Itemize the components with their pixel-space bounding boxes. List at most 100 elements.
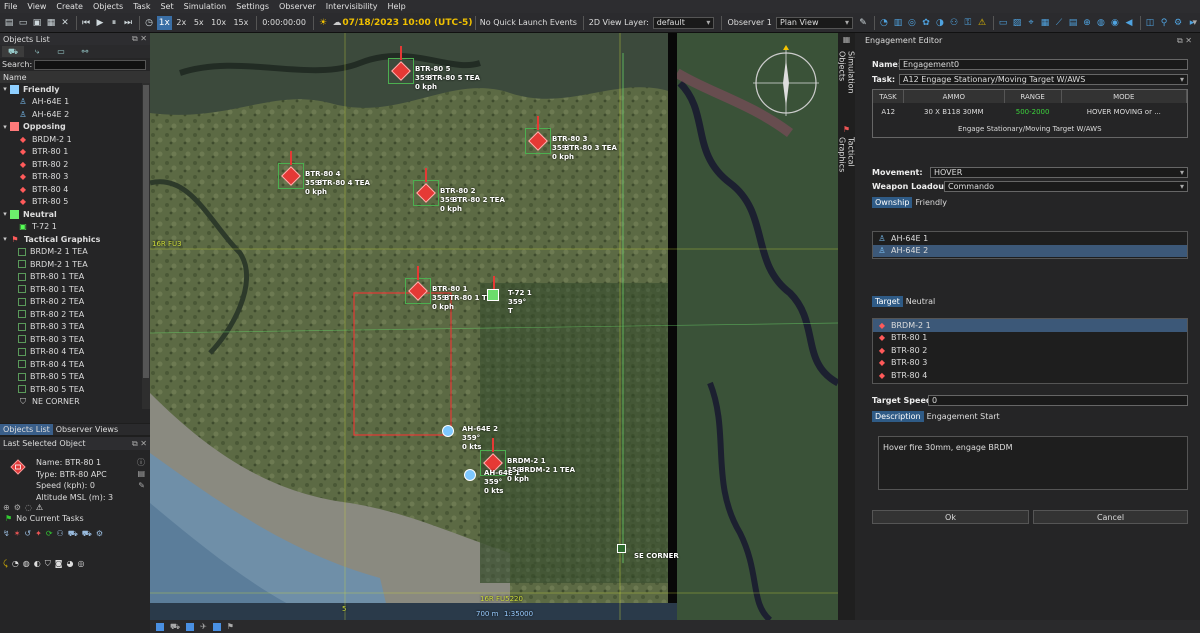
- menu-observer[interactable]: Observer: [279, 2, 316, 11]
- tree-item[interactable]: BTR-80 4 TEA: [0, 346, 150, 359]
- tactical-map[interactable]: BTR-80 5 359° 0 kph BTR-80 5 TEA BTR-80 3 359…: [150, 33, 838, 620]
- monitor-icon[interactable]: ▭: [997, 16, 1009, 30]
- palette-icon[interactable]: ✿: [920, 16, 932, 30]
- tree-scrollbar[interactable]: [142, 83, 150, 409]
- weapon-loadout-select[interactable]: Commando: [944, 181, 1188, 192]
- document-icon[interactable]: ▤: [1067, 16, 1079, 30]
- vehicle-filter-icon[interactable]: ⛟: [2, 46, 24, 57]
- tree-item[interactable]: ⛉ NE CORNER: [0, 396, 150, 409]
- panel-close-icon[interactable]: ⧉ ✕: [132, 439, 147, 449]
- menu-simulation[interactable]: Simulation: [184, 2, 227, 11]
- column-header-name[interactable]: Name: [0, 71, 150, 83]
- cancel-button[interactable]: Cancel: [1033, 510, 1188, 524]
- alert-icon[interactable]: ⚠: [36, 503, 43, 512]
- side-collapse-icon[interactable]: ▦: [840, 35, 853, 49]
- area-icon[interactable]: ◐: [34, 559, 41, 569]
- graphic-checkbox[interactable]: [18, 372, 26, 381]
- record-icon[interactable]: ◉: [1109, 16, 1121, 30]
- refresh-task-icon[interactable]: ⟳: [46, 529, 53, 539]
- tree-item[interactable]: ◆ BRDM-2 1: [0, 133, 150, 146]
- save-icon[interactable]: ▣: [31, 16, 43, 30]
- tree-item[interactable]: ◆ BTR-80 4: [0, 183, 150, 196]
- clock-tool-icon[interactable]: ◑: [934, 16, 946, 30]
- engagement-name-input[interactable]: Engagement0: [899, 59, 1188, 70]
- task-table-row[interactable]: A12 30 X B118 30MM 500-2000 HOVER MOVING…: [873, 103, 1187, 120]
- tab-simulation-objects[interactable]: Simulation Objects: [838, 51, 856, 123]
- layout-icon[interactable]: ◫: [1144, 16, 1156, 30]
- sun-icon[interactable]: ☀: [317, 16, 329, 30]
- description-textarea[interactable]: Hover fire 30mm, engage BRDM: [878, 436, 1188, 490]
- tab-tactical-graphics[interactable]: Tactical Graphics: [838, 137, 856, 203]
- tree-group-opposing[interactable]: ▾ Opposing: [0, 121, 150, 134]
- tree-item[interactable]: BRDM-2 1 TEA: [0, 258, 150, 271]
- quick-launch-events[interactable]: No Quick Launch Events: [479, 16, 578, 30]
- layer-checkbox[interactable]: [186, 622, 195, 631]
- menu-intervisibility[interactable]: Intervisibility: [326, 2, 378, 11]
- tree-group-neutral[interactable]: ▾ Neutral: [0, 208, 150, 221]
- chart-line-icon[interactable]: ⟋: [1053, 16, 1065, 30]
- se-corner-marker-icon[interactable]: [617, 544, 626, 553]
- tree-item[interactable]: ◆ BTR-80 3: [0, 171, 150, 184]
- menu-settings[interactable]: Settings: [236, 2, 269, 11]
- transport-task-icon[interactable]: ⛟: [82, 529, 92, 539]
- convoy-task-icon[interactable]: ⛟: [68, 529, 78, 539]
- tree-item[interactable]: BTR-80 3 TEA: [0, 333, 150, 346]
- lock-icon[interactable]: ⚿: [962, 16, 974, 30]
- fire-task-icon[interactable]: ✦: [35, 529, 42, 539]
- waypoint-filter-icon[interactable]: ⤷: [26, 46, 48, 57]
- tab-target[interactable]: Target: [872, 296, 903, 307]
- graphic-checkbox[interactable]: [18, 322, 26, 331]
- ring-icon[interactable]: ◌: [25, 503, 32, 512]
- layer-checkbox[interactable]: [156, 622, 164, 631]
- graphic-checkbox[interactable]: [18, 247, 26, 256]
- map-unit-btr-80-4[interactable]: [278, 151, 304, 189]
- open-icon[interactable]: ▭: [17, 16, 29, 30]
- edit-icon[interactable]: ✎: [138, 481, 145, 490]
- globe-icon[interactable]: ◍: [1095, 16, 1107, 30]
- tree-item[interactable]: BTR-80 5 TEA: [0, 371, 150, 384]
- menu-help[interactable]: Help: [388, 2, 406, 11]
- orbit-task-icon[interactable]: ↺: [24, 529, 31, 539]
- graphic-checkbox[interactable]: [18, 335, 26, 344]
- tree-item[interactable]: BTR-80 2 TEA: [0, 296, 150, 309]
- graphic-checkbox[interactable]: [18, 285, 26, 294]
- tab-friendly[interactable]: Friendly: [912, 197, 950, 208]
- graphic-checkbox[interactable]: [18, 260, 26, 269]
- target-item[interactable]: ◆ BTR-80 1: [873, 332, 1187, 345]
- search-input[interactable]: [34, 59, 147, 70]
- folder-filter-icon[interactable]: ▭: [50, 46, 72, 57]
- tree-item[interactable]: ♙ AH-64E 1: [0, 96, 150, 109]
- graphic-checkbox[interactable]: [18, 272, 26, 281]
- target-item[interactable]: ◆ BTR-80 3: [873, 357, 1187, 370]
- ok-button[interactable]: Ok: [872, 510, 1029, 524]
- speed-1x-button[interactable]: 1x: [157, 15, 172, 30]
- tab-ownship[interactable]: Ownship: [872, 197, 913, 208]
- speaker-icon[interactable]: ◀: [1123, 16, 1135, 30]
- new-icon[interactable]: ▤: [3, 16, 15, 30]
- map-unit-btr-80-2[interactable]: [413, 168, 439, 206]
- date-time[interactable]: 07/18/2023 10:00 (UTC-5): [342, 16, 472, 30]
- movement-select[interactable]: HOVER: [930, 167, 1188, 178]
- target-item[interactable]: ◆ BTR-80 4: [873, 369, 1187, 382]
- shield-icon[interactable]: ⛉: [45, 559, 51, 569]
- panel-close-icon[interactable]: ⧉ ✕: [132, 34, 147, 44]
- tree-item[interactable]: ◆ BTR-80 2: [0, 158, 150, 171]
- tree-item[interactable]: BTR-80 1 TEA: [0, 271, 150, 284]
- speed-5x-button[interactable]: 5x: [191, 16, 206, 30]
- pause-icon[interactable]: ⏸: [108, 16, 120, 30]
- target-item[interactable]: ◆ BTR-80 2: [873, 344, 1187, 357]
- building-icon[interactable]: ▥: [892, 16, 904, 30]
- grid-icon[interactable]: ▦: [1039, 16, 1051, 30]
- close-icon[interactable]: ✕: [59, 16, 71, 30]
- settings-task-icon[interactable]: ⚙: [96, 529, 103, 539]
- crosshair-icon[interactable]: ⊕: [3, 503, 10, 512]
- tree-item[interactable]: BTR-80 4 TEA: [0, 358, 150, 371]
- zoom-icon[interactable]: ⊕: [1081, 16, 1093, 30]
- tree-item[interactable]: BTR-80 2 TEA: [0, 308, 150, 321]
- fast-forward-icon[interactable]: ⏭: [122, 16, 134, 30]
- speed-15x-button[interactable]: 15x: [231, 16, 251, 30]
- save-as-icon[interactable]: ▦: [45, 16, 57, 30]
- tree-item[interactable]: ◆ BTR-80 1: [0, 146, 150, 159]
- tab-neutral[interactable]: Neutral: [903, 296, 939, 307]
- layer-checkbox[interactable]: [212, 622, 221, 631]
